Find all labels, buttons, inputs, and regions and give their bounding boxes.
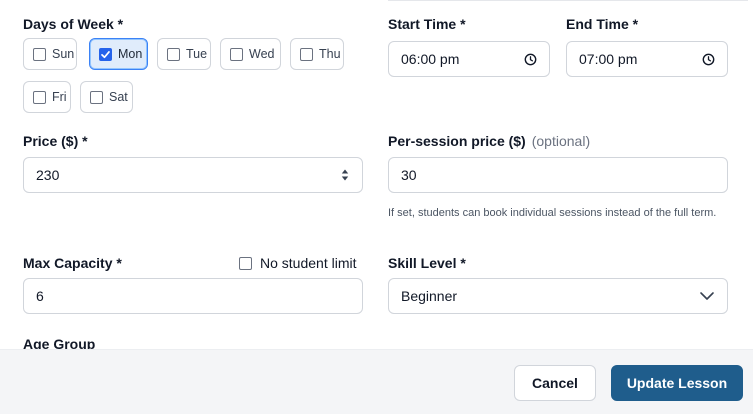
skill-level-select[interactable]: Beginner <box>388 278 728 314</box>
max-capacity-input[interactable]: 6 <box>23 278 363 314</box>
clock-icon[interactable] <box>524 53 537 66</box>
day-sun-label: Sun <box>52 47 75 61</box>
max-capacity-label: Max Capacity * <box>23 255 122 271</box>
day-mon-checkbox[interactable] <box>99 47 112 61</box>
days-of-week-label: Days of Week * <box>23 16 124 32</box>
day-sat-checkbox[interactable] <box>90 90 103 104</box>
end-time-value: 07:00 pm <box>579 51 638 67</box>
skill-level-label: Skill Level * <box>388 255 466 271</box>
checkmark-icon <box>101 50 110 58</box>
price-value: 230 <box>36 167 60 183</box>
price-input[interactable]: 230 <box>23 157 363 193</box>
day-fri-label: Fri <box>52 90 67 104</box>
day-wed[interactable]: Wed <box>220 38 281 70</box>
no-student-limit-label: No student limit <box>260 255 357 271</box>
day-tue-checkbox[interactable] <box>167 47 180 61</box>
form-footer: Cancel Update Lesson <box>0 349 753 414</box>
day-wed-checkbox[interactable] <box>230 47 243 61</box>
price-label: Price ($) * <box>23 133 88 149</box>
skill-level-value: Beginner <box>401 288 458 304</box>
start-time-value: 06:00 pm <box>401 51 460 67</box>
stepper-arrows-icon[interactable] <box>340 168 350 182</box>
per-session-price-label: Per-session price ($) (optional) <box>388 133 590 149</box>
no-student-limit-toggle[interactable]: No student limit <box>239 255 356 271</box>
day-sat[interactable]: Sat <box>80 81 133 113</box>
day-sun-checkbox[interactable] <box>33 47 46 61</box>
day-mon-label: Mon <box>118 47 143 61</box>
day-sat-label: Sat <box>109 90 128 104</box>
day-tue-label: Tue <box>186 47 208 61</box>
max-capacity-value: 6 <box>36 288 44 304</box>
day-fri[interactable]: Fri <box>23 81 71 113</box>
end-time-label: End Time * <box>566 16 639 32</box>
no-student-limit-checkbox[interactable] <box>239 256 252 270</box>
day-thu-checkbox[interactable] <box>300 47 313 61</box>
per-session-price-value: 30 <box>401 167 417 183</box>
day-wed-label: Wed <box>249 47 275 61</box>
start-time-label: Start Time * <box>388 16 466 32</box>
day-tue[interactable]: Tue <box>157 38 211 70</box>
per-session-price-label-text: Per-session price ($) <box>388 133 526 149</box>
update-lesson-button[interactable]: Update Lesson <box>611 365 743 401</box>
day-thu[interactable]: Thu <box>290 38 344 70</box>
optional-hint: (optional) <box>531 133 591 149</box>
end-time-input[interactable]: 07:00 pm <box>566 41 728 77</box>
per-session-price-input[interactable]: 30 <box>388 157 728 193</box>
clock-icon[interactable] <box>702 53 715 66</box>
day-thu-label: Thu <box>319 47 341 61</box>
day-sun[interactable]: Sun <box>23 38 77 70</box>
chevron-down-icon[interactable] <box>699 291 715 301</box>
cancel-button[interactable]: Cancel <box>514 365 596 401</box>
top-divider <box>388 0 748 1</box>
day-fri-checkbox[interactable] <box>33 90 46 104</box>
day-mon[interactable]: Mon <box>89 38 148 70</box>
per-session-price-help: If set, students can book individual ses… <box>388 207 717 219</box>
start-time-input[interactable]: 06:00 pm <box>388 41 550 77</box>
